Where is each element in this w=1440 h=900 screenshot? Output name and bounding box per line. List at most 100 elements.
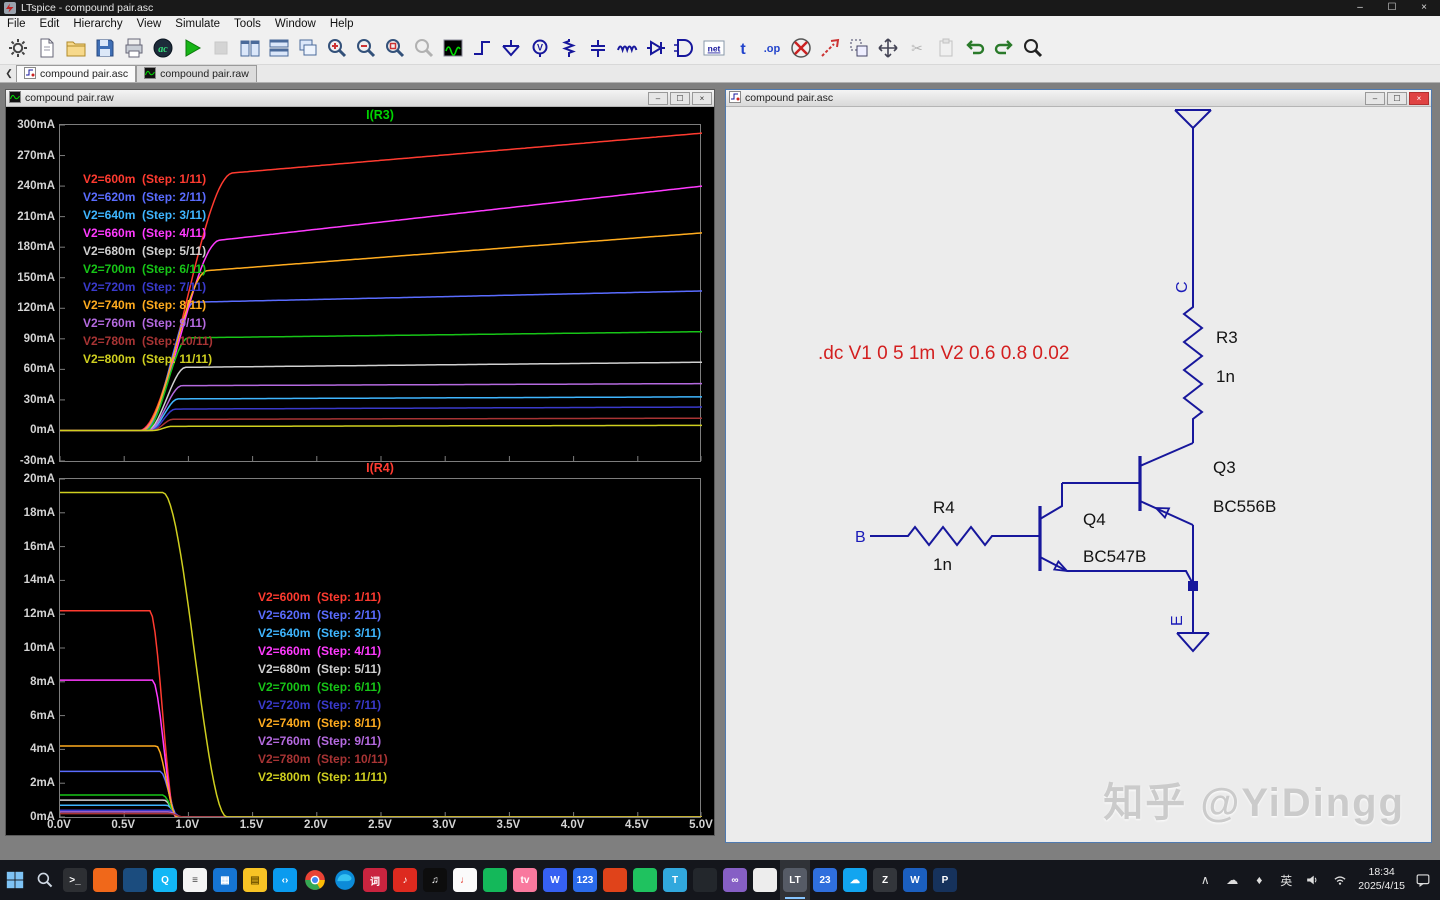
taskbar-tiktok[interactable]: ♫ [420,860,450,900]
waveform-close-button[interactable]: × [692,92,712,105]
toolbar-search-icon[interactable] [1020,35,1046,61]
toolbar-delete-icon[interactable] [788,35,814,61]
toolbar-zoom-in-icon[interactable] [324,35,350,61]
toolbar-cascade-windows-icon[interactable] [295,35,321,61]
taskbar-store[interactable]: ▦ [210,860,240,900]
label-r4-ref[interactable]: R4 [933,498,955,517]
net-label-b[interactable]: B [855,529,866,546]
taskbar-edge[interactable] [330,860,360,900]
toolbar-place-resistor-icon[interactable] [556,35,582,61]
resistor-R4-symbol[interactable] [870,527,1040,545]
tray-network-icon[interactable] [1331,871,1349,889]
toolbar-find-marker-icon[interactable] [817,35,843,61]
tray-onedrive-icon[interactable]: ☁ [1223,871,1241,889]
label-q3-value[interactable]: BC556B [1213,497,1276,516]
taskbar-qq[interactable]: Q [150,860,180,900]
menu-window[interactable]: Window [268,18,323,30]
waveform-window-titlebar[interactable]: compound pair.raw – ☐ × [6,90,714,107]
ground-symbol-bottom[interactable] [1177,633,1209,651]
tray-tray-expand-icon[interactable]: ∧ [1196,871,1214,889]
tab-compound-pair-asc[interactable]: compound pair.asc [16,65,136,82]
start-button[interactable] [0,860,30,900]
taskbar-app-white[interactable] [750,860,780,900]
toolbar-place-diode-icon[interactable] [643,35,669,61]
schematic-canvas[interactable]: R3 1n Q3 BC556B Q4 BC547B R4 1n B C E .d… [726,107,1431,842]
transistor-Q4-symbol[interactable] [1040,483,1193,584]
label-q4-ref[interactable]: Q4 [1083,510,1106,529]
menu-hierarchy[interactable]: Hierarchy [66,18,129,30]
ground-symbol-top[interactable] [1175,110,1211,128]
resistor-R3-symbol[interactable] [1184,301,1202,443]
toolbar-tile-vertically-icon[interactable] [237,35,263,61]
tray-defender-icon[interactable]: ♦ [1250,871,1268,889]
tray-input-language-icon[interactable]: 英 [1277,871,1295,889]
toolbar-control-panel-icon[interactable] [5,35,31,61]
toolbar-edit-simulation-cmd-icon[interactable]: ac [150,35,176,61]
menu-simulate[interactable]: Simulate [168,18,227,30]
toolbar-label-net-icon[interactable]: V [527,35,553,61]
waveform-minimize-button[interactable]: – [648,92,668,105]
toolbar-copy-icon[interactable] [846,35,872,61]
toolbar-place-net-icon[interactable]: net [701,35,727,61]
toolbar-open-icon[interactable] [63,35,89,61]
taskbar-pycharm[interactable]: P [930,860,960,900]
menu-file[interactable]: File [0,18,33,30]
taskbar-terminal[interactable]: >_ [60,860,90,900]
taskbar-file-explorer[interactable]: ▤ [240,860,270,900]
toolbar-place-component-icon[interactable] [672,35,698,61]
taskbar-bilibili[interactable]: tv [510,860,540,900]
toolbar-run-icon[interactable] [179,35,205,61]
taskbar-firefox[interactable] [90,860,120,900]
toolbar-tile-horizontally-icon[interactable] [266,35,292,61]
taskbar-clock[interactable]: 18:34 2025/4/15 [1358,866,1405,893]
taskbar-visual-studio[interactable]: ∞ [720,860,750,900]
waveform-plot-pane[interactable]: I(R3)300mA270mA240mA210mA180mA150mA120mA… [6,107,714,835]
label-r3-ref[interactable]: R3 [1216,328,1238,347]
net-label-e[interactable]: E [1169,615,1186,626]
toolbar-place-ground-icon[interactable] [498,35,524,61]
window-close-button[interactable]: × [1408,0,1440,16]
taskbar-app-green[interactable] [480,860,510,900]
taskbar-word[interactable]: W [900,860,930,900]
net-label-c[interactable]: C [1174,281,1191,293]
notification-center-icon[interactable] [1414,871,1432,889]
toolbar-view-waveform-icon[interactable] [440,35,466,61]
taskbar-devtools[interactable] [120,860,150,900]
taskbar-notepad[interactable]: ≡ [180,860,210,900]
menu-view[interactable]: View [130,18,169,30]
taskbar-chrome[interactable] [300,860,330,900]
tab-compound-pair-raw[interactable]: compound pair.raw [136,65,257,82]
taskbar-telegram[interactable]: T [660,860,690,900]
label-q4-value[interactable]: BC547B [1083,547,1146,566]
toolbar-new-schematic-icon[interactable] [34,35,60,61]
taskbar-jd[interactable] [600,860,630,900]
tab-scroll-left-icon[interactable]: ❮ [2,68,16,79]
toolbar-draw-wire-icon[interactable] [469,35,495,61]
toolbar-zoom-full-extents-icon[interactable] [382,35,408,61]
window-titlebar[interactable]: LTspice - compound pair.asc – ☐ × [0,0,1440,16]
taskbar-wechat[interactable] [630,860,660,900]
taskbar-youdao-dict[interactable]: 词 [360,860,390,900]
schematic-restore-button[interactable]: ☐ [1387,92,1407,105]
window-minimize-button[interactable]: – [1344,0,1376,16]
taskbar-zotero[interactable]: Z [870,860,900,900]
schematic-close-button[interactable]: × [1409,92,1429,105]
taskbar-baidu-netdisk[interactable]: ☁ [840,860,870,900]
toolbar-save-icon[interactable] [92,35,118,61]
toolbar-zoom-out-icon[interactable] [353,35,379,61]
label-r4-value[interactable]: 1n [933,555,952,574]
toolbar-print-icon[interactable] [121,35,147,61]
toolbar-place-text-icon[interactable]: t [730,35,756,61]
tray-volume-icon[interactable] [1304,871,1322,889]
toolbar-spice-directive-icon[interactable]: .op [759,35,785,61]
toolbar-undo-icon[interactable] [962,35,988,61]
taskbar-cloud-123[interactable]: 123 [570,860,600,900]
label-r3-value[interactable]: 1n [1216,367,1235,386]
spice-directive-text[interactable]: .dc V1 0 5 1m V2 0.6 0.8 0.02 [818,343,1069,364]
menu-edit[interactable]: Edit [33,18,67,30]
taskbar-wps[interactable]: W [540,860,570,900]
schematic-window-titlebar[interactable]: compound pair.asc – ☐ × [726,90,1431,107]
toolbar-redo-icon[interactable] [991,35,1017,61]
transistor-Q3-symbol[interactable] [1062,443,1193,525]
label-q3-ref[interactable]: Q3 [1213,458,1236,477]
